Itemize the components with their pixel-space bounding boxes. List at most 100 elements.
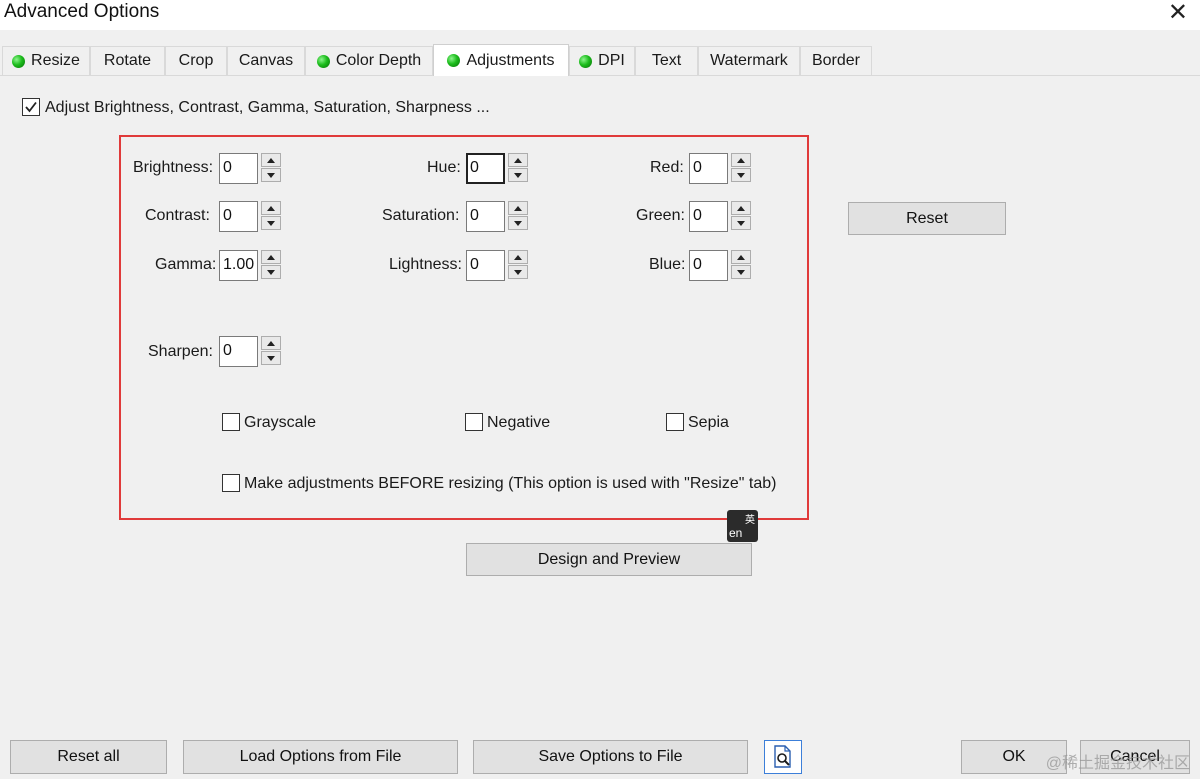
spin-up-icon[interactable]: [731, 201, 751, 215]
tab-label: Crop: [178, 52, 214, 69]
save-options-button[interactable]: Save Options to File: [473, 740, 748, 774]
tab-border[interactable]: Border: [800, 46, 872, 75]
sepia-checkbox[interactable]: [666, 413, 684, 431]
blue-label: Blue:: [649, 256, 686, 273]
tab-label: Watermark: [710, 52, 788, 69]
grayscale-checkbox[interactable]: [222, 413, 240, 431]
tab-label: Rotate: [103, 52, 152, 69]
watermark-text: @稀土掘金技术社区: [1045, 755, 1190, 772]
contrast-label: Contrast:: [145, 207, 210, 224]
spin-up-icon[interactable]: [508, 201, 528, 215]
tab-label: Color Depth: [335, 52, 422, 69]
adjust-enable-checkbox[interactable]: [22, 98, 40, 116]
spin-up-icon[interactable]: [261, 153, 281, 167]
spin-up-icon[interactable]: [731, 153, 751, 167]
status-dot-icon: [579, 54, 593, 68]
green-input[interactable]: 0: [689, 201, 728, 232]
red-input[interactable]: 0: [689, 153, 728, 184]
title-bar: Advanced Options ✕: [0, 0, 1200, 30]
tab-label: Canvas: [238, 52, 294, 69]
spin-down-icon[interactable]: [508, 168, 528, 182]
spin-up-icon[interactable]: [731, 250, 751, 264]
blue-input[interactable]: 0: [689, 250, 728, 281]
contrast-spinner[interactable]: [261, 201, 281, 231]
before-resize-checkbox[interactable]: [222, 474, 240, 492]
lightness-spinner[interactable]: [508, 250, 528, 280]
green-spinner[interactable]: [731, 201, 751, 231]
adjustments-highlight-box: [119, 135, 809, 520]
spin-down-icon[interactable]: [261, 351, 281, 365]
gamma-label: Gamma:: [155, 256, 217, 273]
lightness-label: Lightness:: [389, 256, 462, 273]
negative-checkbox[interactable]: [465, 413, 483, 431]
hue-label: Hue:: [427, 159, 461, 176]
spin-down-icon[interactable]: [508, 216, 528, 230]
green-label: Green:: [636, 207, 685, 224]
tab-watermark[interactable]: Watermark: [698, 46, 800, 75]
tab-dpi[interactable]: DPI: [569, 46, 635, 75]
red-spinner[interactable]: [731, 153, 751, 183]
spin-down-icon[interactable]: [731, 168, 751, 182]
gamma-input[interactable]: 1.00: [219, 250, 258, 281]
sharpen-input[interactable]: 0: [219, 336, 258, 367]
red-label: Red:: [650, 159, 684, 176]
status-dot-icon: [447, 54, 461, 67]
saturation-spinner[interactable]: [508, 201, 528, 231]
tab-label: Resize: [31, 52, 80, 69]
blue-spinner[interactable]: [731, 250, 751, 280]
tab-label: Border: [811, 52, 861, 69]
tab-label: DPI: [598, 52, 625, 69]
gamma-spinner[interactable]: [261, 250, 281, 280]
reset-all-button[interactable]: Reset all: [10, 740, 167, 774]
brightness-label: Brightness:: [133, 159, 214, 176]
spin-down-icon[interactable]: [261, 168, 281, 182]
tab-rotate[interactable]: Rotate: [90, 46, 165, 75]
before-resize-label: Make adjustments BEFORE resizing (This o…: [244, 475, 777, 492]
design-preview-button[interactable]: Design and Preview: [466, 543, 752, 576]
contrast-input[interactable]: 0: [219, 201, 258, 232]
spin-up-icon[interactable]: [261, 250, 281, 264]
spin-down-icon[interactable]: [508, 265, 528, 279]
brightness-input[interactable]: 0: [219, 153, 258, 184]
reset-button[interactable]: Reset: [848, 202, 1006, 235]
ime-indicator-icon[interactable]: 英 en: [727, 510, 758, 542]
adjust-enable-label: Adjust Brightness, Contrast, Gamma, Satu…: [45, 99, 490, 116]
spin-down-icon[interactable]: [261, 216, 281, 230]
grayscale-label: Grayscale: [244, 414, 317, 431]
negative-label: Negative: [487, 414, 551, 431]
sharpen-spinner[interactable]: [261, 336, 281, 366]
preview-file-button[interactable]: [764, 740, 802, 774]
spin-down-icon[interactable]: [731, 265, 751, 279]
window-title: Advanced Options: [4, 1, 160, 22]
checkmark-icon: [25, 101, 37, 113]
tab-text[interactable]: Text: [635, 46, 698, 75]
hue-spinner[interactable]: [508, 153, 528, 183]
tab-label: Adjustments: [466, 51, 555, 69]
spin-up-icon[interactable]: [261, 336, 281, 350]
brightness-spinner[interactable]: [261, 153, 281, 183]
sepia-label: Sepia: [688, 414, 729, 431]
spin-up-icon[interactable]: [508, 250, 528, 264]
spin-up-icon[interactable]: [261, 201, 281, 215]
tab-canvas[interactable]: Canvas: [227, 46, 305, 75]
tab-crop[interactable]: Crop: [165, 46, 227, 75]
lightness-input[interactable]: 0: [466, 250, 505, 281]
tab-strip: Resize Rotate Crop Canvas Color Depth Ad…: [0, 44, 1200, 76]
saturation-label: Saturation:: [382, 207, 460, 224]
tab-resize[interactable]: Resize: [2, 46, 90, 75]
status-dot-icon: [12, 54, 26, 68]
spin-up-icon[interactable]: [508, 153, 528, 167]
spin-down-icon[interactable]: [261, 265, 281, 279]
saturation-input[interactable]: 0: [466, 201, 505, 232]
tab-panel-border: [0, 75, 1200, 76]
spin-down-icon[interactable]: [731, 216, 751, 230]
close-icon[interactable]: ✕: [1168, 0, 1188, 26]
load-options-button[interactable]: Load Options from File: [183, 740, 458, 774]
ime-en-label: en: [729, 526, 743, 540]
sharpen-label: Sharpen:: [148, 343, 213, 360]
ime-zh-label: 英: [745, 515, 755, 526]
tab-label: Text: [651, 52, 682, 69]
tab-color-depth[interactable]: Color Depth: [305, 46, 433, 75]
tab-adjustments[interactable]: Adjustments: [433, 44, 569, 76]
hue-input[interactable]: 0: [466, 153, 505, 184]
